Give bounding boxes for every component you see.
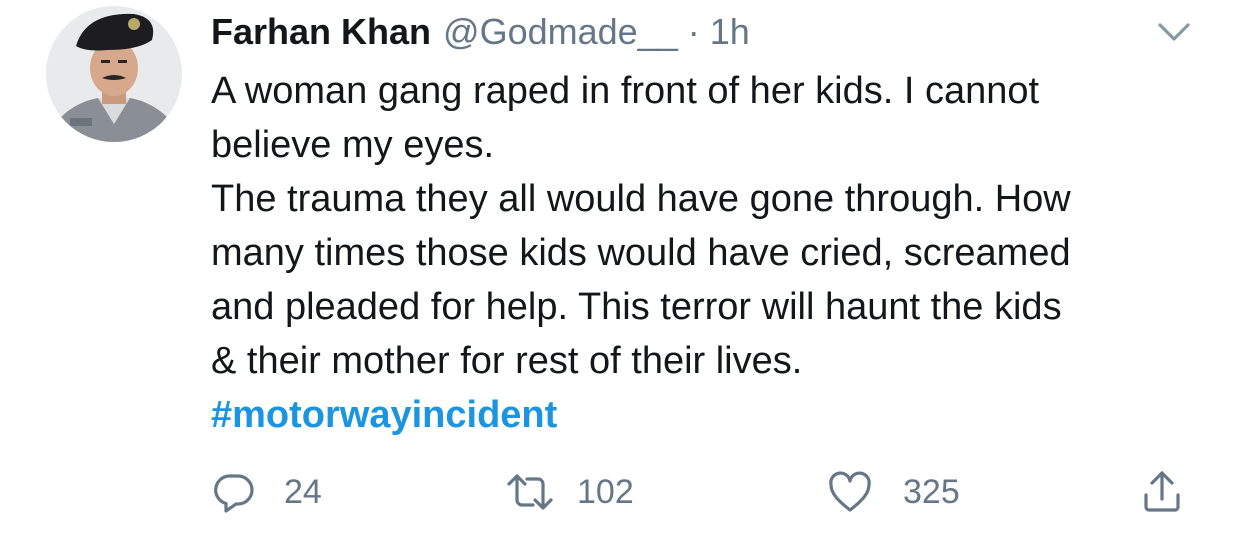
tweet-line: and pleaded for help. This terror will h…: [211, 286, 1062, 328]
tweet-line: A woman gang raped in front of her kids.…: [211, 70, 1040, 112]
tweet-line: The trauma they all would have gone thro…: [211, 178, 1071, 220]
retweet-icon: [505, 470, 555, 514]
tweet-line: & their mother for rest of their lives.: [211, 340, 803, 382]
like-button[interactable]: 325: [827, 462, 960, 522]
share-button[interactable]: [1140, 462, 1184, 522]
chevron-down-icon[interactable]: [1156, 18, 1192, 46]
reply-count: 24: [284, 472, 322, 511]
retweet-count: 102: [577, 472, 634, 511]
reply-button[interactable]: 24: [212, 462, 322, 522]
like-count: 325: [903, 472, 960, 511]
tweet[interactable]: Farhan Khan @Godmade__ · 1h A woman gang…: [0, 0, 1242, 537]
retweet-button[interactable]: 102: [505, 462, 634, 522]
hashtag-link[interactable]: #motorwayincident: [211, 394, 557, 436]
separator-dot: ·: [687, 11, 700, 52]
heart-icon: [827, 470, 873, 514]
avatar-image: [46, 6, 182, 142]
display-name[interactable]: Farhan Khan: [211, 4, 431, 60]
user-handle[interactable]: @Godmade__: [443, 4, 678, 60]
reply-icon: [212, 470, 256, 514]
tweet-text: A woman gang raped in front of her kids.…: [211, 64, 1211, 442]
tweet-actions: 24 102 325: [0, 462, 1242, 522]
share-icon: [1140, 469, 1184, 515]
timestamp[interactable]: 1h: [710, 4, 750, 60]
tweet-line: many times those kids would have cried, …: [211, 232, 1071, 274]
tweet-header: Farhan Khan @Godmade__ · 1h: [211, 4, 750, 60]
avatar[interactable]: [46, 6, 182, 142]
tweet-line: believe my eyes.: [211, 124, 495, 166]
